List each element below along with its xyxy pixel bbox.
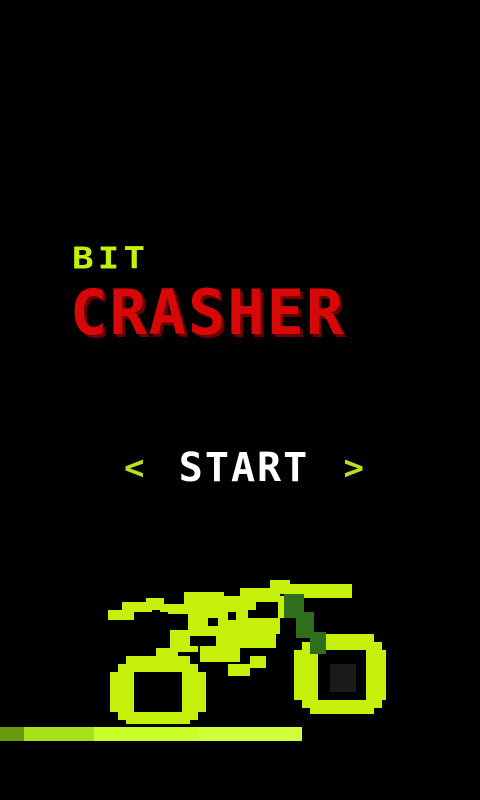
chevron-right-icon: > — [343, 448, 364, 488]
ground-segment — [198, 727, 302, 741]
ground-strip — [0, 727, 302, 741]
title-screen: BIT CRASHER < START > — [0, 0, 480, 800]
chevron-left-icon: < — [124, 448, 145, 488]
motorbike-icon — [108, 580, 386, 724]
rear-wheel — [110, 656, 206, 724]
title-bit: BIT — [72, 241, 150, 277]
ground-segment — [94, 727, 198, 741]
ground-segment — [24, 727, 94, 741]
title-crasher: CRASHER — [70, 276, 346, 349]
start-button[interactable]: < START > — [124, 446, 364, 490]
front-wheel — [294, 634, 386, 714]
start-label: START — [178, 445, 310, 491]
ground-segment — [0, 727, 24, 741]
